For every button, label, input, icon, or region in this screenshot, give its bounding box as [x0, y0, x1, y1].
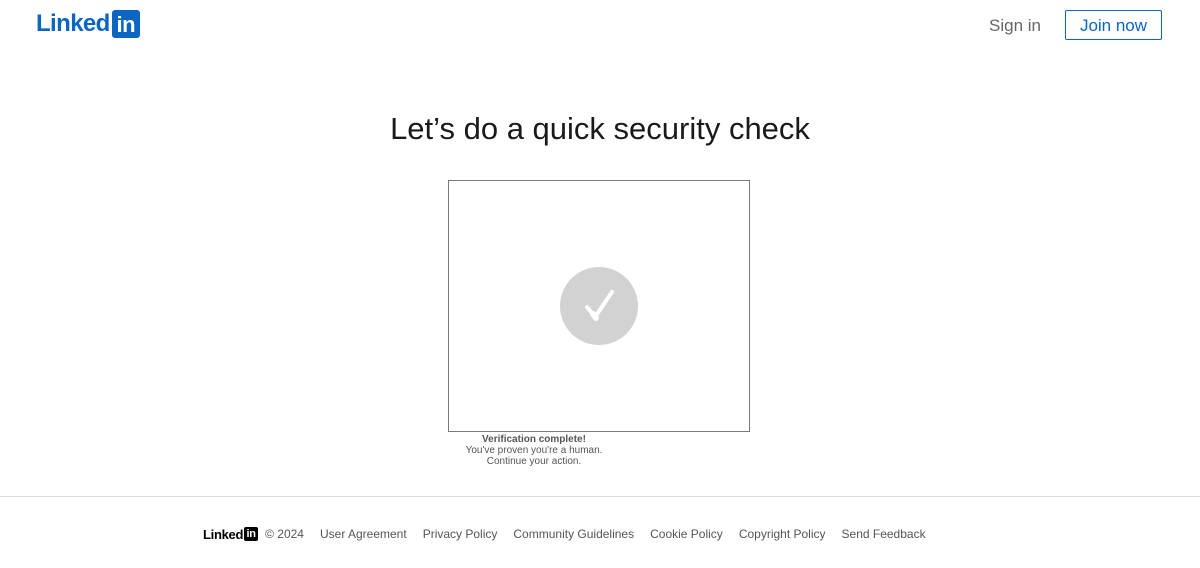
- page-title: Let’s do a quick security check: [390, 111, 810, 146]
- footer: Linked in © 2024 User Agreement Privacy …: [0, 496, 1200, 568]
- verification-status-line: You've proven you're a human.: [465, 445, 603, 456]
- copyright-text: © 2024: [265, 527, 304, 541]
- footer-logo-in-box: in: [244, 527, 259, 541]
- verification-status-line: Continue your action.: [486, 456, 582, 467]
- footer-link-send-feedback[interactable]: Send Feedback: [842, 527, 926, 541]
- footer-logo-wordmark: Linked: [203, 526, 244, 542]
- footer-links-row: Linked in © 2024 User Agreement Privacy …: [203, 525, 926, 543]
- verification-status: Verification complete! You've proven you…: [448, 434, 620, 467]
- footer-link-copyright-policy[interactable]: Copyright Policy: [739, 527, 826, 541]
- footer-link-community-guidelines[interactable]: Community Guidelines: [513, 527, 634, 541]
- linkedin-logo[interactable]: Linked in: [36, 10, 140, 38]
- checkmark-icon: [560, 267, 638, 345]
- footer-link-user-agreement[interactable]: User Agreement: [320, 527, 407, 541]
- footer-link-cookie-policy[interactable]: Cookie Policy: [650, 527, 723, 541]
- logo-wordmark: Linked: [36, 10, 110, 37]
- join-now-button[interactable]: Join now: [1065, 10, 1162, 40]
- sign-in-link[interactable]: Sign in: [975, 10, 1055, 42]
- security-challenge-frame[interactable]: [448, 180, 750, 432]
- footer-link-privacy-policy[interactable]: Privacy Policy: [423, 527, 498, 541]
- footer-linkedin-logo: Linked in: [203, 526, 259, 542]
- security-check-page: Linked in Sign in Join now Let’s do a qu…: [0, 0, 1200, 568]
- verification-status-title: Verification complete!: [482, 434, 586, 445]
- logo-in-box: in: [111, 10, 140, 38]
- top-nav: Linked in Sign in Join now: [0, 0, 1200, 52]
